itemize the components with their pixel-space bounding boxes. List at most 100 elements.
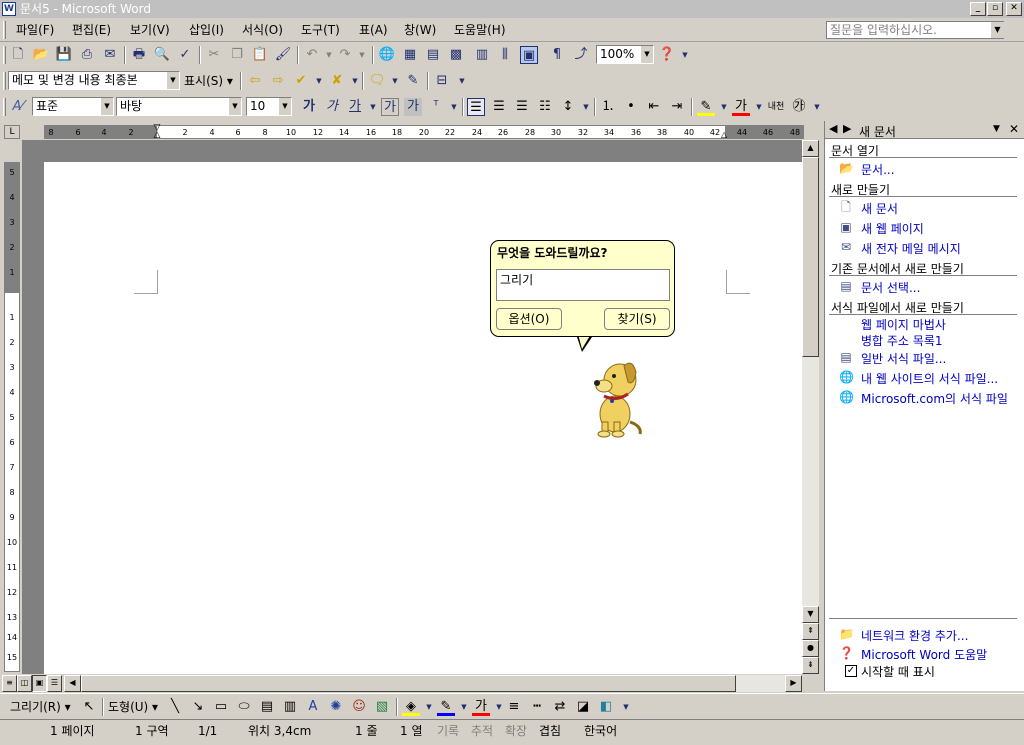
decrease-indent-icon[interactable]: ⇤ <box>645 98 663 116</box>
redo-icon[interactable]: ↷ <box>336 46 354 64</box>
menu-edit[interactable]: 편집(E) <box>72 21 111 39</box>
draw-menu[interactable]: 그리기(R) ▾ <box>10 698 71 716</box>
menu-window[interactable]: 창(W) <box>404 21 436 39</box>
normal-view-icon[interactable]: ≡ <box>2 675 17 692</box>
open-document-link[interactable]: 문서... <box>861 161 895 178</box>
rectangle-icon[interactable]: ▭ <box>212 698 230 716</box>
draw-font-color-icon[interactable]: 가 <box>472 698 490 716</box>
line-icon[interactable]: ╲ <box>166 698 184 716</box>
hscroll-thumb[interactable] <box>81 675 736 692</box>
assistant-query-input[interactable]: 그리기 <box>496 269 670 301</box>
indent-markers[interactable]: ▽ △ <box>153 124 161 140</box>
horizontal-ruler[interactable]: 8 6 4 2 2 4 6 8 10 12 14 16 18 20 22 24 … <box>44 124 804 140</box>
outline-view-icon[interactable]: ☰ <box>47 675 62 692</box>
new-comment-icon[interactable]: 🗨 <box>368 72 386 90</box>
toolbar-grip[interactable] <box>3 46 6 64</box>
close-button[interactable]: ✕ <box>1006 2 1022 16</box>
copy-icon[interactable]: ❐ <box>228 46 246 64</box>
next-change-icon[interactable]: ⇨ <box>269 72 287 90</box>
ask-dropdown-icon[interactable]: ▼ <box>991 22 1004 38</box>
font-color-dropdown-icon[interactable]: ▼ <box>750 98 768 116</box>
bold-icon[interactable]: 가 <box>300 98 318 116</box>
menu-format[interactable]: 서식(O) <box>242 21 283 39</box>
scroll-left-icon[interactable]: ◀ <box>64 675 81 692</box>
line-style-icon[interactable]: ≡ <box>505 698 523 716</box>
status-record[interactable]: 기록 <box>437 723 459 739</box>
scaling-dropdown-icon[interactable]: ▼ <box>445 98 463 116</box>
styles-formatting-icon[interactable]: A⁄ <box>9 98 27 116</box>
phonetic-guide-icon[interactable]: 내천 <box>767 98 785 116</box>
line-spacing-icon[interactable]: ↕ <box>559 98 577 116</box>
back-icon[interactable]: ◀ <box>829 122 837 135</box>
arrow-style-icon[interactable]: ⇄ <box>551 698 569 716</box>
scroll-up-icon[interactable]: ▲ <box>802 140 819 157</box>
print-layout-icon[interactable]: ▣ <box>32 675 47 692</box>
status-extend[interactable]: 확장 <box>505 723 527 739</box>
new-blank-document-link[interactable]: 새 문서 <box>861 200 898 217</box>
show-hide-icon[interactable]: ¶ <box>548 46 566 64</box>
save-icon[interactable]: 💾 <box>55 46 73 64</box>
previous-change-icon[interactable]: ⇦ <box>246 72 264 90</box>
increase-indent-icon[interactable]: ⇥ <box>668 98 686 116</box>
ask-question-box[interactable]: 질문을 입력하십시오. <box>826 21 1004 39</box>
highlight-dropdown-icon[interactable]: ▼ <box>715 98 733 116</box>
menu-table[interactable]: 표(A) <box>359 21 388 39</box>
assistant-search-button[interactable]: 찾기(S) <box>604 308 670 330</box>
document-map-icon[interactable]: ▣ <box>520 46 538 64</box>
fill-color-dropdown-icon[interactable]: ▼ <box>420 698 438 716</box>
menu-view[interactable]: 보기(V) <box>130 21 170 39</box>
web-layout-icon[interactable]: ◫ <box>17 675 32 692</box>
scroll-right-icon[interactable]: ▶ <box>785 675 802 692</box>
show-menu[interactable]: 표시(S) ▾ <box>184 72 233 90</box>
diagram-icon[interactable]: ✺ <box>327 698 345 716</box>
tables-borders-icon[interactable]: ▦ <box>401 46 419 64</box>
vertical-text-box-icon[interactable]: ▥ <box>281 698 299 716</box>
vertical-scrollbar[interactable]: ▲ ▼ ⇞ ● ⇟ <box>802 140 819 674</box>
next-page-icon[interactable]: ⇟ <box>802 657 819 674</box>
oval-icon[interactable]: ⬭ <box>235 698 253 716</box>
menu-insert[interactable]: 삽입(I) <box>189 21 224 39</box>
word-help-link[interactable]: Microsoft Word 도움말 <box>861 646 987 663</box>
select-objects-icon[interactable]: ↖ <box>80 698 98 716</box>
horizontal-scrollbar[interactable]: ◀ ▶ <box>64 675 802 692</box>
character-border-icon[interactable]: 가 <box>381 98 399 116</box>
distributed-icon[interactable]: ☷ <box>536 98 554 116</box>
clip-art-icon[interactable]: ☺ <box>350 698 368 716</box>
shadow-style-icon[interactable]: ◪ <box>574 698 592 716</box>
font-combo[interactable]: 바탕 ▼ <box>116 97 242 116</box>
insert-picture-icon[interactable]: ▧ <box>373 698 391 716</box>
general-templates-link[interactable]: 일반 서식 파일... <box>861 350 946 367</box>
read-icon[interactable]: ⤴ <box>572 46 590 64</box>
underline-icon[interactable]: 가 <box>346 98 364 116</box>
forward-icon[interactable]: ▶ <box>843 122 851 135</box>
new-web-page-link[interactable]: 새 웹 페이지 <box>861 220 924 237</box>
toolbar-options-icon[interactable]: ▼ <box>676 46 694 64</box>
add-network-place-link[interactable]: 네트워크 환경 추가... <box>861 627 968 644</box>
font-color-icon[interactable]: 가 <box>732 98 750 116</box>
accept-change-icon[interactable]: ✔ <box>292 72 310 90</box>
browse-object-icon[interactable]: ● <box>802 640 819 657</box>
hyperlink-icon[interactable]: 🌐 <box>378 46 396 64</box>
right-indent-marker[interactable]: △ <box>721 131 729 139</box>
print-preview-icon[interactable]: 🔍 <box>153 46 171 64</box>
align-center-icon[interactable]: ☰ <box>490 98 508 116</box>
web-page-wizard-link[interactable]: 웹 페이지 마법사 <box>861 316 946 333</box>
spelling-icon[interactable]: ✓ <box>176 46 194 64</box>
font-size-dropdown-icon[interactable]: ▼ <box>278 98 291 115</box>
display-for-review-combo[interactable]: 메모 및 변경 내용 최종본 ▼ <box>8 71 180 90</box>
menubar-grip[interactable] <box>3 21 6 39</box>
font-dropdown-icon[interactable]: ▼ <box>228 98 241 115</box>
insert-table-icon[interactable]: ▤ <box>424 46 442 64</box>
underline-dropdown-icon[interactable]: ▼ <box>364 98 382 116</box>
toolbar-options-icon[interactable]: ▼ <box>617 698 635 716</box>
menu-file[interactable]: 파일(F) <box>16 21 54 39</box>
open-folder-icon[interactable]: 📂 <box>32 46 50 64</box>
style-combo[interactable]: 표준 ▼ <box>32 97 114 116</box>
dash-style-icon[interactable]: ┅ <box>528 698 546 716</box>
insert-excel-icon[interactable]: ▩ <box>447 46 465 64</box>
toolbar-options-icon[interactable]: ▼ <box>808 98 826 116</box>
show-at-startup-checkbox[interactable]: ✓ <box>845 665 857 677</box>
comment-dropdown-icon[interactable]: ▼ <box>386 72 404 90</box>
line-color-dropdown-icon[interactable]: ▼ <box>455 698 473 716</box>
status-track[interactable]: 추적 <box>471 723 493 739</box>
